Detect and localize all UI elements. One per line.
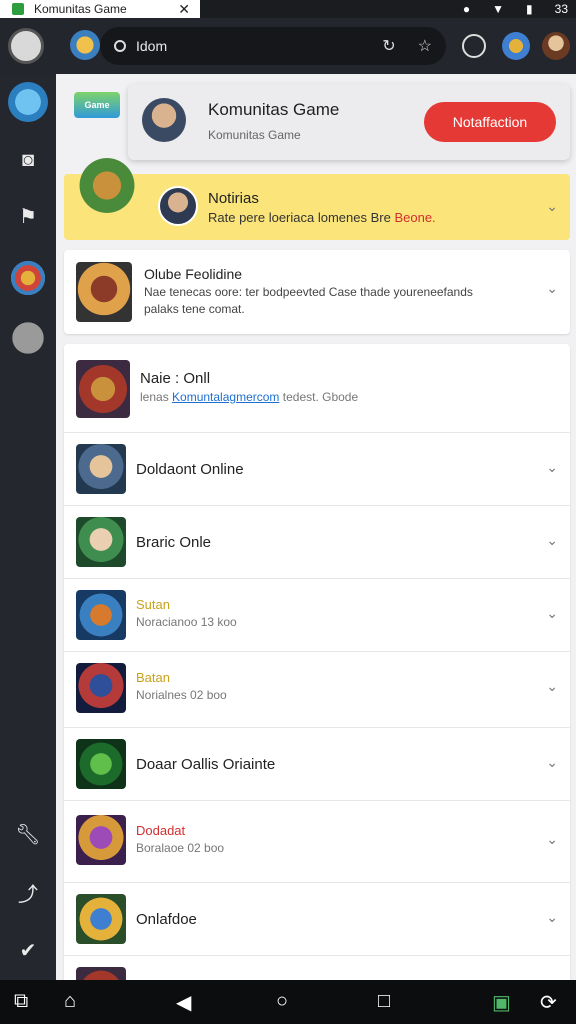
address-text: Idom bbox=[136, 38, 168, 54]
rotate-icon[interactable]: ⟳ bbox=[540, 990, 557, 1015]
status-bar: Komunitas Game ✕ ● ▼ ▮ 33 bbox=[0, 0, 576, 18]
chevron-down-icon[interactable]: ⌄ bbox=[546, 909, 558, 926]
game-thumbnail bbox=[76, 739, 126, 789]
game-logo: Game bbox=[74, 92, 120, 118]
game-name: Doldaont Online bbox=[136, 461, 244, 478]
flag-icon[interactable]: ⚑ bbox=[8, 196, 48, 236]
bookmark-star-icon[interactable]: ☆ bbox=[418, 36, 432, 56]
clock: 33 bbox=[554, 2, 568, 16]
list-header-subtitle: lenas Komuntalagmercom tedest. Gbode bbox=[140, 390, 359, 404]
share-icon[interactable]: ⤴ bbox=[8, 872, 48, 912]
left-rail: ◙ ⚑ 🔧︎ ⤴ ✔ bbox=[0, 74, 56, 980]
list-item[interactable]: Onlafdoe ⌄ bbox=[64, 882, 570, 955]
feature-card[interactable]: Olube Feolidine Nae tenecas oore: ter bo… bbox=[64, 250, 570, 334]
more-options-icon[interactable]: ⋮ bbox=[570, 110, 576, 131]
system-icons: ● ▼ ▮ 33 bbox=[463, 0, 568, 18]
list-item[interactable]: Doldaont Online ⌄ bbox=[64, 432, 570, 505]
hero-character-image bbox=[76, 154, 138, 224]
chevron-down-icon[interactable]: ⌄ bbox=[546, 605, 558, 622]
home-icon[interactable]: ○ bbox=[276, 990, 288, 1013]
notification-avatar bbox=[158, 186, 198, 226]
wifi-icon: ▼ bbox=[492, 2, 505, 16]
profile-avatar[interactable] bbox=[542, 32, 570, 60]
back-icon[interactable]: ◀ bbox=[176, 990, 191, 1015]
shield-icon[interactable] bbox=[462, 34, 486, 58]
screen: Komunitas Game ✕ ● ▼ ▮ 33 Idom ↻ ☆ ◙ ⚑ 🔧… bbox=[0, 0, 576, 1024]
game-name: Onlafdoe bbox=[136, 911, 197, 928]
tab-favicon bbox=[12, 3, 24, 15]
list-item[interactable]: Batan Norialnes 02 boo ⌄ bbox=[64, 651, 570, 727]
game-name: Batan bbox=[136, 670, 170, 685]
game-meta: Noracianoo 13 koo bbox=[136, 615, 237, 629]
game-name: Sutan bbox=[136, 597, 170, 612]
game-name: Dodadat bbox=[136, 823, 186, 838]
site-info-icon[interactable] bbox=[114, 40, 126, 52]
popover-subtitle: Komunitas Game bbox=[208, 128, 301, 142]
home-outline-icon[interactable]: ⌂ bbox=[64, 990, 76, 1013]
screenshot-icon[interactable]: ⧉ bbox=[14, 990, 28, 1013]
game-thumbnail bbox=[76, 444, 126, 494]
feature-thumbnail bbox=[76, 262, 132, 322]
extension-icon[interactable] bbox=[502, 32, 530, 60]
system-nav-bar: ⧉ ⌂ ◀ ○ □ ▣ ⟳ bbox=[0, 980, 576, 1024]
list-header-row[interactable]: Naie : Onll lenas Komuntalagmercom tedes… bbox=[64, 344, 570, 432]
chevron-down-icon[interactable]: ⌄ bbox=[546, 754, 558, 771]
check-badge-icon[interactable]: ✔ bbox=[8, 930, 48, 970]
browser-toolbar: Idom ↻ ☆ bbox=[0, 18, 576, 74]
notification-button[interactable]: Notaffaction bbox=[424, 102, 556, 142]
game-avatar-button[interactable] bbox=[70, 30, 100, 60]
list-item-partial[interactable] bbox=[64, 955, 570, 980]
rail-multicolor-icon[interactable] bbox=[8, 258, 48, 298]
community-popover: Komunitas Game Komunitas Game Notaffacti… bbox=[128, 84, 576, 160]
game-thumbnail bbox=[76, 590, 126, 640]
list-header-thumbnail bbox=[76, 360, 130, 418]
game-meta: Boralaoe 02 boo bbox=[136, 841, 225, 855]
feature-text: Nae tenecas oore: ter bodpeevted Case th… bbox=[144, 285, 473, 316]
game-thumbnail bbox=[76, 517, 126, 567]
tab-title: Komunitas Game bbox=[34, 2, 127, 16]
notification-card[interactable]: Notirias Rate pere loeriaca lomenes Bre … bbox=[64, 154, 570, 240]
game-list-card: Naie : Onll lenas Komuntalagmercom tedes… bbox=[64, 344, 570, 980]
chevron-down-icon[interactable]: ⌄ bbox=[546, 198, 558, 215]
chevron-down-icon[interactable]: ⌄ bbox=[546, 678, 558, 695]
game-thumbnail bbox=[76, 967, 126, 980]
game-name: Doaar Oallis Oriainte bbox=[136, 756, 276, 773]
chevron-down-icon[interactable]: ⌄ bbox=[546, 280, 558, 297]
list-item[interactable]: Braric Onle ⌄ bbox=[64, 505, 570, 578]
feature-title: Olube Feolidine bbox=[144, 266, 243, 282]
recents-icon[interactable]: □ bbox=[378, 990, 390, 1013]
list-item[interactable]: Sutan Noracianoo 13 koo ⌄ bbox=[64, 578, 570, 651]
main-content: Game Komunitas Game Komunitas Game Notaf… bbox=[56, 74, 576, 980]
browser-tab[interactable]: Komunitas Game ✕ bbox=[0, 0, 200, 18]
battery-icon: ▮ bbox=[526, 2, 533, 16]
list-header-title: Naie : Onll bbox=[140, 370, 211, 387]
chevron-down-icon[interactable]: ⌄ bbox=[546, 459, 558, 476]
game-thumbnail bbox=[76, 663, 126, 713]
community-avatar bbox=[142, 98, 186, 142]
rail-game-icon[interactable] bbox=[8, 82, 48, 122]
app-menu-button[interactable] bbox=[8, 28, 44, 64]
list-item[interactable]: Doaar Oallis Oriainte ⌄ bbox=[64, 727, 570, 800]
notification-title: Notirias bbox=[208, 190, 259, 207]
game-meta: Norialnes 02 boo bbox=[136, 688, 227, 702]
popover-title: Komunitas Game bbox=[208, 100, 340, 119]
camera-icon[interactable]: ◙ bbox=[8, 140, 48, 180]
wrench-icon[interactable]: 🔧︎ bbox=[8, 814, 48, 854]
chevron-down-icon[interactable]: ⌄ bbox=[546, 532, 558, 549]
game-thumbnail bbox=[76, 815, 126, 865]
app-shortcut-icon[interactable]: ▣ bbox=[492, 990, 511, 1015]
address-bar[interactable]: Idom ↻ ☆ bbox=[100, 27, 446, 65]
list-item[interactable]: Dodadat Boralaoe 02 boo ⌄ bbox=[64, 800, 570, 882]
close-tab-icon[interactable]: ✕ bbox=[178, 1, 200, 18]
chevron-down-icon[interactable]: ⌄ bbox=[546, 831, 558, 848]
notification-icon: ● bbox=[462, 2, 471, 16]
game-thumbnail bbox=[76, 894, 126, 944]
notification-text: Rate pere loeriaca lomenes Bre Beone. bbox=[208, 210, 436, 225]
game-name: Braric Onle bbox=[136, 534, 212, 551]
community-link[interactable]: Komuntalagmercom bbox=[172, 390, 279, 404]
reload-icon[interactable]: ↻ bbox=[382, 36, 395, 56]
rail-moon-icon[interactable] bbox=[8, 318, 48, 358]
